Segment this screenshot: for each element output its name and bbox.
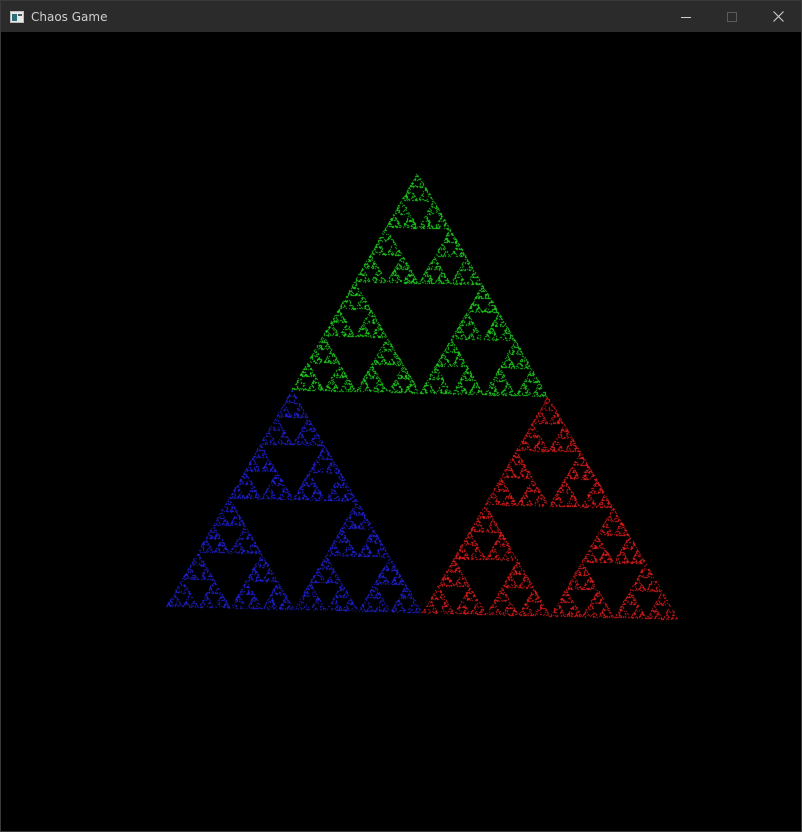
close-icon: [772, 11, 784, 22]
minimize-button[interactable]: [663, 1, 709, 32]
fractal-canvas-area[interactable]: [1, 32, 801, 831]
minimize-icon: [681, 16, 691, 18]
sierpinski-fractal-canvas[interactable]: [1, 32, 801, 831]
maximize-icon: [727, 11, 737, 22]
close-button[interactable]: [755, 1, 801, 32]
maximize-button[interactable]: [709, 1, 755, 32]
app-window-icon: [10, 10, 24, 23]
title-bar[interactable]: Chaos Game: [1, 1, 801, 32]
app-window: Chaos Game: [0, 0, 802, 832]
window-title: Chaos Game: [31, 9, 108, 24]
